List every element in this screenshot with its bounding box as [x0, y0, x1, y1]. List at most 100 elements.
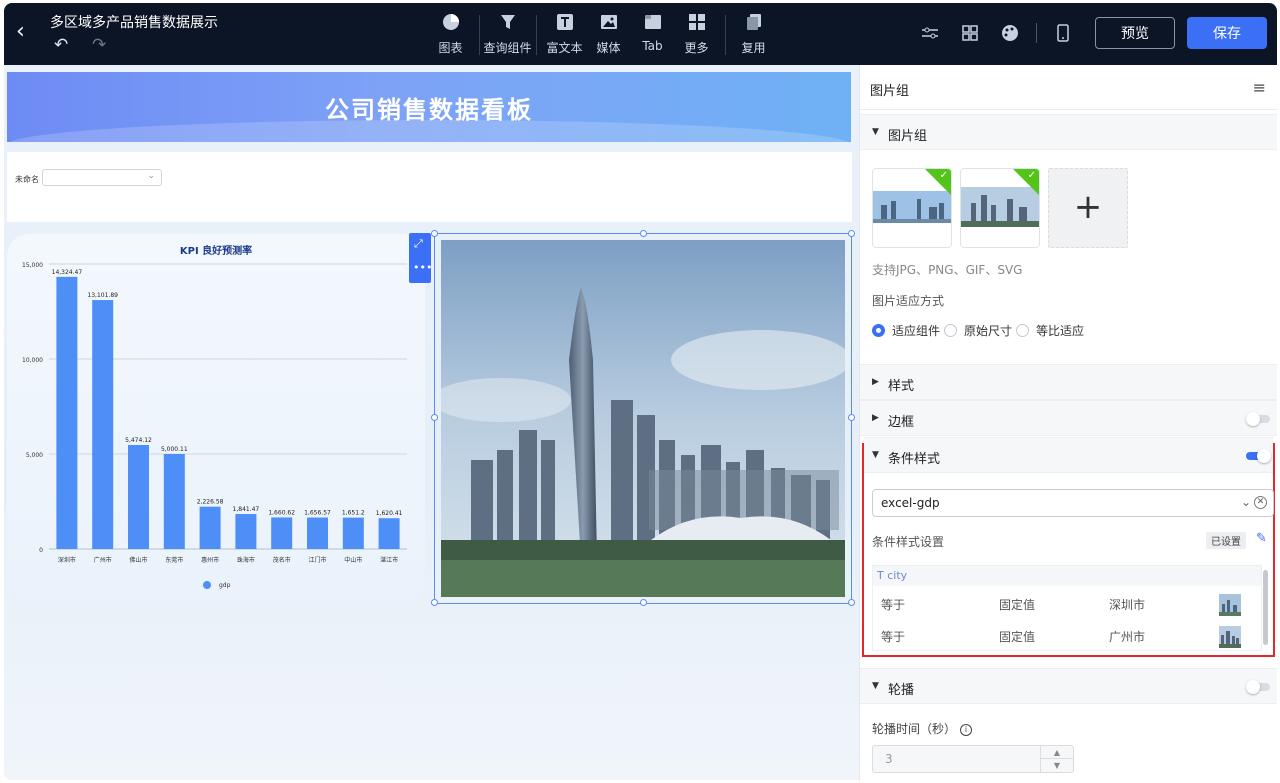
stepper-down-icon[interactable]: ▼	[1041, 759, 1073, 772]
section-border[interactable]: ▶ 边框	[860, 400, 1277, 436]
caret-down-icon: ▼	[872, 450, 879, 460]
conditional-style-toggle[interactable]	[1246, 449, 1271, 463]
section-conditional-style[interactable]: ▼ 条件样式	[864, 437, 1273, 473]
section-title: 边框	[888, 415, 915, 430]
resize-handle[interactable]	[848, 230, 855, 237]
fit-option-original[interactable]: 原始尺寸	[944, 322, 1012, 339]
clear-icon[interactable]: ✕	[1254, 496, 1267, 509]
tool-more[interactable]: 更多	[675, 11, 718, 56]
tool-label: 媒体	[596, 41, 621, 55]
carousel-time-label: 轮播时间（秒） i	[872, 720, 973, 737]
image-thumbnail[interactable]: ✓	[960, 168, 1040, 248]
grid-icon	[688, 11, 706, 33]
resize-handle[interactable]	[431, 414, 438, 421]
radio-checked	[872, 324, 885, 337]
y-tick-label: 5,000	[26, 452, 43, 459]
image-thumbnail[interactable]: ✓	[872, 168, 952, 248]
tool-query[interactable]: 查询组件	[483, 11, 532, 56]
undo-icon[interactable]: ↶	[54, 36, 68, 54]
condition-image-thumb[interactable]	[1219, 594, 1241, 616]
preview-button[interactable]: 预览	[1095, 17, 1175, 49]
bar	[92, 300, 114, 549]
collapse-panel-icon[interactable]: ≡	[1253, 78, 1266, 97]
edit-icon[interactable]: ✎	[1256, 531, 1267, 546]
bar	[56, 276, 78, 549]
add-image-button[interactable]: +	[1048, 168, 1128, 248]
carousel-time-input[interactable]: 3 ▲ ▼	[872, 745, 1074, 773]
resize-handle[interactable]	[640, 599, 647, 606]
x-tick-label: 茂名市	[273, 556, 291, 564]
radio-label: 等比适应	[1036, 324, 1085, 338]
tool-tab[interactable]: Tab	[631, 11, 674, 56]
tool-label: Tab	[642, 39, 663, 53]
title-banner[interactable]: 公司销售数据看板	[7, 72, 851, 142]
resize-handle[interactable]	[848, 599, 855, 606]
data-label: 5,000.11	[161, 446, 188, 453]
tool-label: 图表	[438, 41, 463, 55]
filter-select[interactable]: ⌄	[42, 169, 162, 186]
tool-label: 查询组件	[483, 41, 532, 55]
tool-chart[interactable]: 图表	[429, 11, 472, 56]
redo-icon[interactable]: ↷	[92, 36, 106, 54]
condition-scrollbar[interactable]	[1263, 570, 1268, 645]
tool-media[interactable]: 媒体	[587, 11, 630, 56]
bar	[199, 506, 221, 549]
format-hint: 支持JPG、PNG、GIF、SVG	[872, 263, 1023, 277]
dataset-select[interactable]: excel-gdp ⌄ ✕	[872, 489, 1274, 517]
query-filter-component[interactable]: 未命名 ⌄	[7, 152, 852, 222]
number-stepper[interactable]: ▲ ▼	[1040, 746, 1073, 772]
bar-chart-card[interactable]: KPI 良好预测率 0 5,000 10,000 15,000 14,324.47 深圳市…	[7, 234, 425, 602]
x-tick-label: 广州市	[94, 556, 112, 564]
save-button[interactable]: 保存	[1187, 17, 1267, 49]
tool-richtext[interactable]: 富文本	[543, 11, 586, 56]
x-tick-label: 江门市	[308, 556, 326, 564]
resize-handle[interactable]	[431, 230, 438, 237]
panel-title: 图片组	[870, 84, 910, 99]
properties-panel: 图片组 ≡ ▼ 图片组 ✓ ✓ + 支持JPG、PNG、GIF、SVG 图片适应…	[859, 65, 1277, 780]
x-tick-label: 湛江市	[380, 556, 398, 564]
bar-chart: 0 5,000 10,000 15,000 14,324.47 深圳市 13,101.89 广…	[22, 262, 407, 589]
more-icon[interactable]: •••	[413, 261, 432, 274]
border-toggle[interactable]	[1246, 412, 1270, 426]
caret-down-icon: ▼	[872, 681, 879, 691]
stepper-up-icon[interactable]: ▲	[1041, 746, 1073, 759]
condition-value-type: 固定值	[999, 630, 1036, 644]
tool-reuse[interactable]: 复用	[732, 11, 775, 56]
resize-handle[interactable]	[640, 230, 647, 237]
layout-icon[interactable]	[950, 20, 990, 46]
section-carousel[interactable]: ▼ 轮播	[860, 668, 1277, 704]
text-icon	[556, 11, 574, 33]
x-tick-label: 佛山市	[129, 556, 147, 564]
panel-header: 图片组 ≡	[860, 65, 1277, 110]
mobile-icon[interactable]	[1043, 20, 1083, 46]
condition-row[interactable]: 等于 固定值 深圳市	[873, 588, 1263, 620]
toolbar-divider	[1036, 23, 1037, 43]
resize-handle[interactable]	[431, 599, 438, 606]
filter-label: 未命名	[15, 175, 39, 184]
data-label: 1,651.2	[342, 510, 365, 517]
city-skyline-image	[441, 240, 845, 597]
condition-row[interactable]: 等于 固定值 广州市	[873, 620, 1263, 652]
image-component-selected[interactable]	[431, 230, 855, 606]
resize-handle[interactable]	[848, 414, 855, 421]
dashboard-canvas: 公司销售数据看板 未命名 ⌄ KPI 良好预测率 0 5,000 10,000 15,…	[4, 65, 859, 780]
info-icon[interactable]: i	[960, 724, 973, 736]
fit-option-proportional[interactable]: 等比适应	[1016, 322, 1084, 339]
bar	[342, 517, 364, 549]
section-title: 图片组	[888, 129, 928, 144]
check-icon: ✓	[1027, 170, 1036, 181]
legend-marker	[203, 581, 211, 589]
bar	[128, 444, 149, 549]
toolbar-divider	[536, 15, 537, 55]
palette-icon[interactable]	[990, 20, 1030, 46]
section-style[interactable]: ▶ 样式	[860, 364, 1277, 400]
expand-icon[interactable]: ⤢	[414, 237, 423, 251]
carousel-toggle[interactable]	[1246, 680, 1270, 694]
sliders-icon[interactable]	[910, 20, 950, 46]
back-icon[interactable]: ‹	[16, 21, 25, 43]
condition-image-thumb[interactable]	[1219, 626, 1241, 648]
section-image-group[interactable]: ▼ 图片组	[860, 114, 1277, 150]
fit-option-adapt[interactable]: 适应组件	[872, 322, 940, 339]
tool-label: 更多	[684, 41, 709, 55]
condition-field-header: T city	[873, 566, 1261, 586]
